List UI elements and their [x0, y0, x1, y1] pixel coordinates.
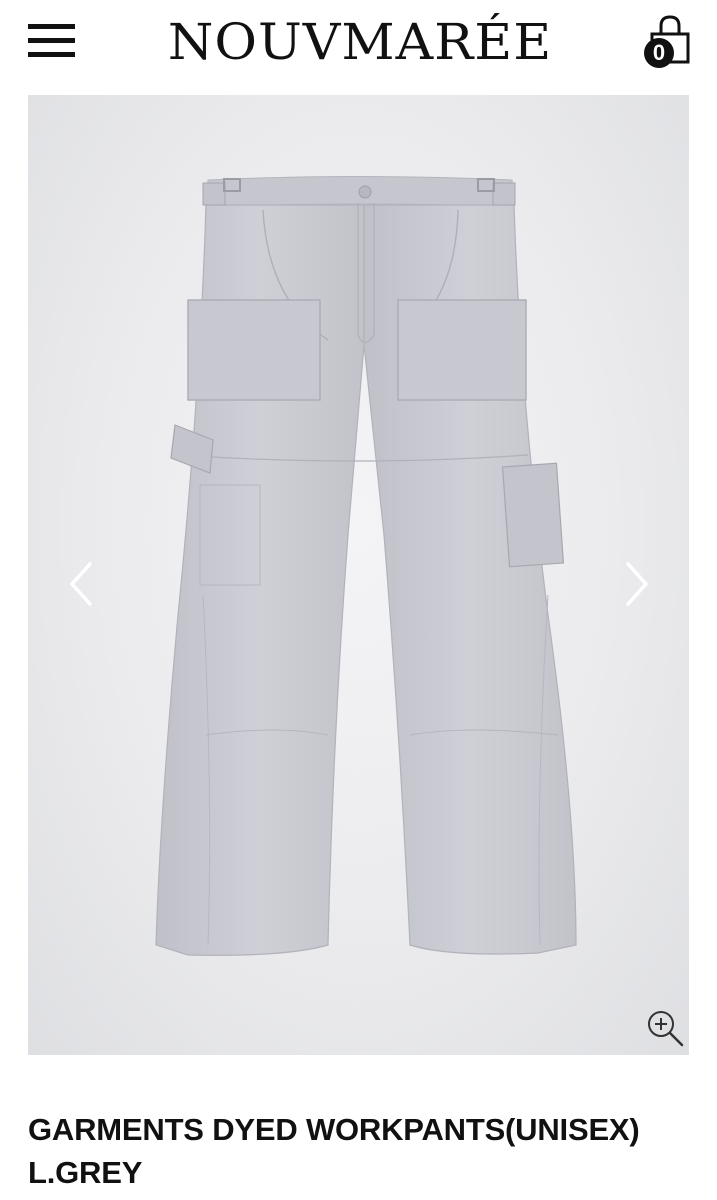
site-header: NOUVMARÉE 0 — [0, 0, 717, 90]
product-title: GARMENTS DYED WORKPANTS(UNISEX) L.GREY — [28, 1108, 698, 1194]
product-image-gallery[interactable] — [28, 95, 689, 1055]
menu-button[interactable] — [28, 22, 76, 58]
previous-image-button[interactable] — [64, 560, 98, 608]
zoom-in-icon — [648, 1011, 684, 1047]
cart-count-badge: 0 — [644, 38, 674, 68]
cart-button[interactable]: 0 — [638, 12, 694, 70]
product-color: L.GREY — [28, 1155, 143, 1190]
chevron-right-icon — [626, 562, 648, 606]
zoom-button[interactable] — [645, 1008, 685, 1048]
chevron-left-icon — [70, 562, 92, 606]
product-name: GARMENTS DYED WORKPANTS(UNISEX) — [28, 1112, 640, 1147]
product-image — [155, 176, 577, 956]
next-image-button[interactable] — [620, 560, 654, 608]
brand-logo[interactable]: NOUVMARÉE — [150, 12, 570, 75]
